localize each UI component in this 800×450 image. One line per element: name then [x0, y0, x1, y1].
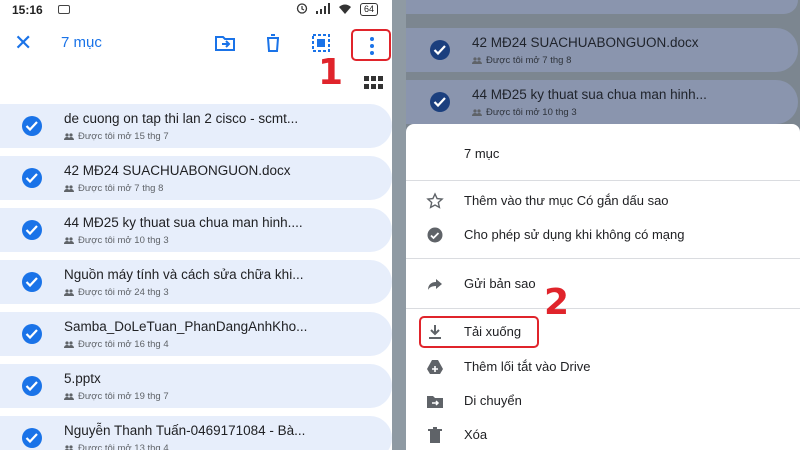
- wifi-icon: [338, 3, 352, 17]
- file-name: 42 MĐ24 SUACHUABONGUON.docx: [472, 35, 699, 50]
- menu-label: Gửi bản sao: [464, 276, 536, 291]
- file-row[interactable]: 42 MĐ24 SUACHUABONGUON.docx Được tôi mở 7…: [0, 156, 392, 200]
- file-opened-date: Được tôi mở 24 thg 3: [78, 287, 169, 298]
- file-name: 44 MĐ25 ky thuat sua chua man hinh....: [64, 215, 303, 230]
- star-icon: [426, 192, 444, 210]
- divider: [406, 180, 800, 181]
- close-selection-icon[interactable]: ✕: [14, 30, 32, 56]
- menu-label: Xóa: [464, 427, 488, 442]
- file-row[interactable]: Nguyễn Thanh Tuấn-0469171084 - Bà... Được…: [0, 416, 392, 450]
- share-arrow-icon: [426, 275, 444, 293]
- menu-label: Thêm vào thư mục Có gắn dấu sao: [464, 193, 669, 208]
- status-time: 15:16: [12, 3, 43, 17]
- file-row[interactable]: de cuong on tap thi lan 2 cisco - scmt..…: [0, 104, 392, 148]
- trash-icon: [426, 426, 444, 444]
- file-opened-date: Được tôi mở 19 thg 7: [78, 391, 169, 402]
- dimmed-file-list: 42 MĐ24 SUACHUABONGUON.docx Được tôi mở 7…: [406, 0, 800, 132]
- move-to-folder-icon[interactable]: [214, 32, 238, 56]
- file-meta: Được tôi mở 15 thg 7: [64, 131, 169, 142]
- more-vert-icon: [370, 37, 374, 58]
- file-meta: Được tôi mở 19 thg 7: [64, 391, 169, 402]
- annotation-number-2: 2: [544, 282, 570, 323]
- file-meta: Được tôi mở 24 thg 3: [64, 287, 169, 298]
- file-name: Nguồn máy tính và cách sửa chữa khi...: [64, 267, 304, 282]
- checked-circle-icon[interactable]: [22, 428, 42, 448]
- menu-item-delete[interactable]: Xóa: [406, 418, 800, 450]
- menu-item-send-copy[interactable]: Gửi bản sao: [406, 267, 800, 301]
- file-name: de cuong on tap thi lan 2 cisco - scmt..…: [64, 111, 299, 126]
- checked-circle-icon[interactable]: [430, 92, 450, 112]
- download-highlight-box: [419, 316, 539, 348]
- checked-circle-icon[interactable]: [22, 168, 42, 188]
- file-name: Nguyễn Thanh Tuấn-0469171084 - Bà...: [64, 423, 306, 438]
- file-opened-date: Được tôi mở 16 thg 4: [78, 339, 169, 350]
- checked-circle-icon[interactable]: [22, 272, 42, 292]
- file-opened-date: Được tôi mở 10 thg 3: [78, 235, 169, 246]
- status-icons: 64: [296, 2, 378, 17]
- divider: [406, 308, 800, 309]
- file-row[interactable]: 5.pptx Được tôi mở 19 thg 7: [0, 364, 392, 408]
- file-row[interactable]: [406, 0, 798, 14]
- menu-item-move[interactable]: Di chuyển: [406, 384, 800, 418]
- panel-divider: [392, 0, 406, 450]
- menu-item-offline[interactable]: Cho phép sử dụng khi không có mạng: [406, 218, 800, 252]
- checked-circle-icon[interactable]: [430, 40, 450, 60]
- left-phone-screen: 15:16 64 ✕ 7 mục 1 de cuong on tap thi l…: [0, 0, 392, 450]
- divider: [406, 258, 800, 259]
- signal-icon: [315, 2, 330, 17]
- file-meta: Được tôi mở 7 thg 8: [472, 55, 571, 66]
- battery-icon: 64: [359, 3, 378, 16]
- file-name: 5.pptx: [64, 371, 101, 386]
- menu-label: Cho phép sử dụng khi không có mạng: [464, 227, 685, 242]
- file-meta: Được tôi mở 7 thg 8: [64, 183, 163, 194]
- file-meta: Được tôi mở 10 thg 3: [472, 107, 577, 118]
- menu-item-add-shortcut[interactable]: Thêm lối tắt vào Drive: [406, 350, 800, 384]
- annotation-number-1: 1: [318, 52, 344, 93]
- checked-circle-icon[interactable]: [22, 116, 42, 136]
- file-opened-date: Được tôi mở 7 thg 8: [486, 55, 572, 66]
- offline-check-icon: [426, 226, 444, 244]
- file-list: de cuong on tap thi lan 2 cisco - scmt..…: [0, 104, 392, 450]
- checked-circle-icon[interactable]: [22, 324, 42, 344]
- drive-shortcut-icon: [426, 358, 444, 376]
- file-opened-date: Được tôi mở 7 thg 8: [78, 183, 164, 194]
- right-phone-screen: 42 MĐ24 SUACHUABONGUON.docx Được tôi mở 7…: [406, 0, 800, 450]
- checked-circle-icon[interactable]: [22, 376, 42, 396]
- menu-item-star[interactable]: Thêm vào thư mục Có gắn dấu sao: [406, 184, 800, 218]
- file-opened-date: Được tôi mở 10 thg 3: [486, 107, 577, 118]
- file-row[interactable]: Samba_DoLeTuan_PhanDangAnhKho... Được tôi…: [0, 312, 392, 356]
- selection-count: 7 mục: [61, 34, 102, 51]
- file-meta: Được tôi mở 16 thg 4: [64, 339, 169, 350]
- trash-icon[interactable]: [262, 32, 286, 56]
- sim-icon: [58, 5, 70, 14]
- file-row[interactable]: 42 MĐ24 SUACHUABONGUON.docx Được tôi mở 7…: [406, 28, 798, 72]
- file-meta: Được tôi mở 13 thg 4: [64, 443, 169, 450]
- menu-label: Thêm lối tắt vào Drive: [464, 359, 591, 374]
- file-opened-date: Được tôi mở 15 thg 7: [78, 131, 169, 142]
- status-bar: 15:16 64: [0, 0, 392, 20]
- file-name: Samba_DoLeTuan_PhanDangAnhKho...: [64, 319, 308, 334]
- file-row[interactable]: 44 MĐ25 ky thuat sua chua man hinh.... Đư…: [0, 208, 392, 252]
- file-row[interactable]: 44 MĐ25 ky thuat sua chua man hinh... Đượ…: [406, 80, 798, 124]
- move-folder-icon: [426, 392, 444, 410]
- file-row[interactable]: Nguồn máy tính và cách sửa chữa khi... Đư…: [0, 260, 392, 304]
- alarm-icon: [296, 2, 308, 17]
- file-opened-date: Được tôi mở 13 thg 4: [78, 443, 169, 450]
- sheet-title: 7 mục: [464, 146, 500, 161]
- file-name: 42 MĐ24 SUACHUABONGUON.docx: [64, 163, 291, 178]
- file-name: 44 MĐ25 ky thuat sua chua man hinh...: [472, 87, 707, 102]
- more-options-button[interactable]: [351, 29, 391, 61]
- grid-view-icon[interactable]: [364, 76, 383, 90]
- file-meta: Được tôi mở 10 thg 3: [64, 235, 169, 246]
- checked-circle-icon[interactable]: [22, 220, 42, 240]
- bottom-sheet-menu: 7 mục Thêm vào thư mục Có gắn dấu sao Ch…: [406, 124, 800, 450]
- screenshot-stage: 15:16 64 ✕ 7 mục 1 de cuong on tap thi l…: [0, 0, 800, 450]
- menu-label: Di chuyển: [464, 393, 522, 408]
